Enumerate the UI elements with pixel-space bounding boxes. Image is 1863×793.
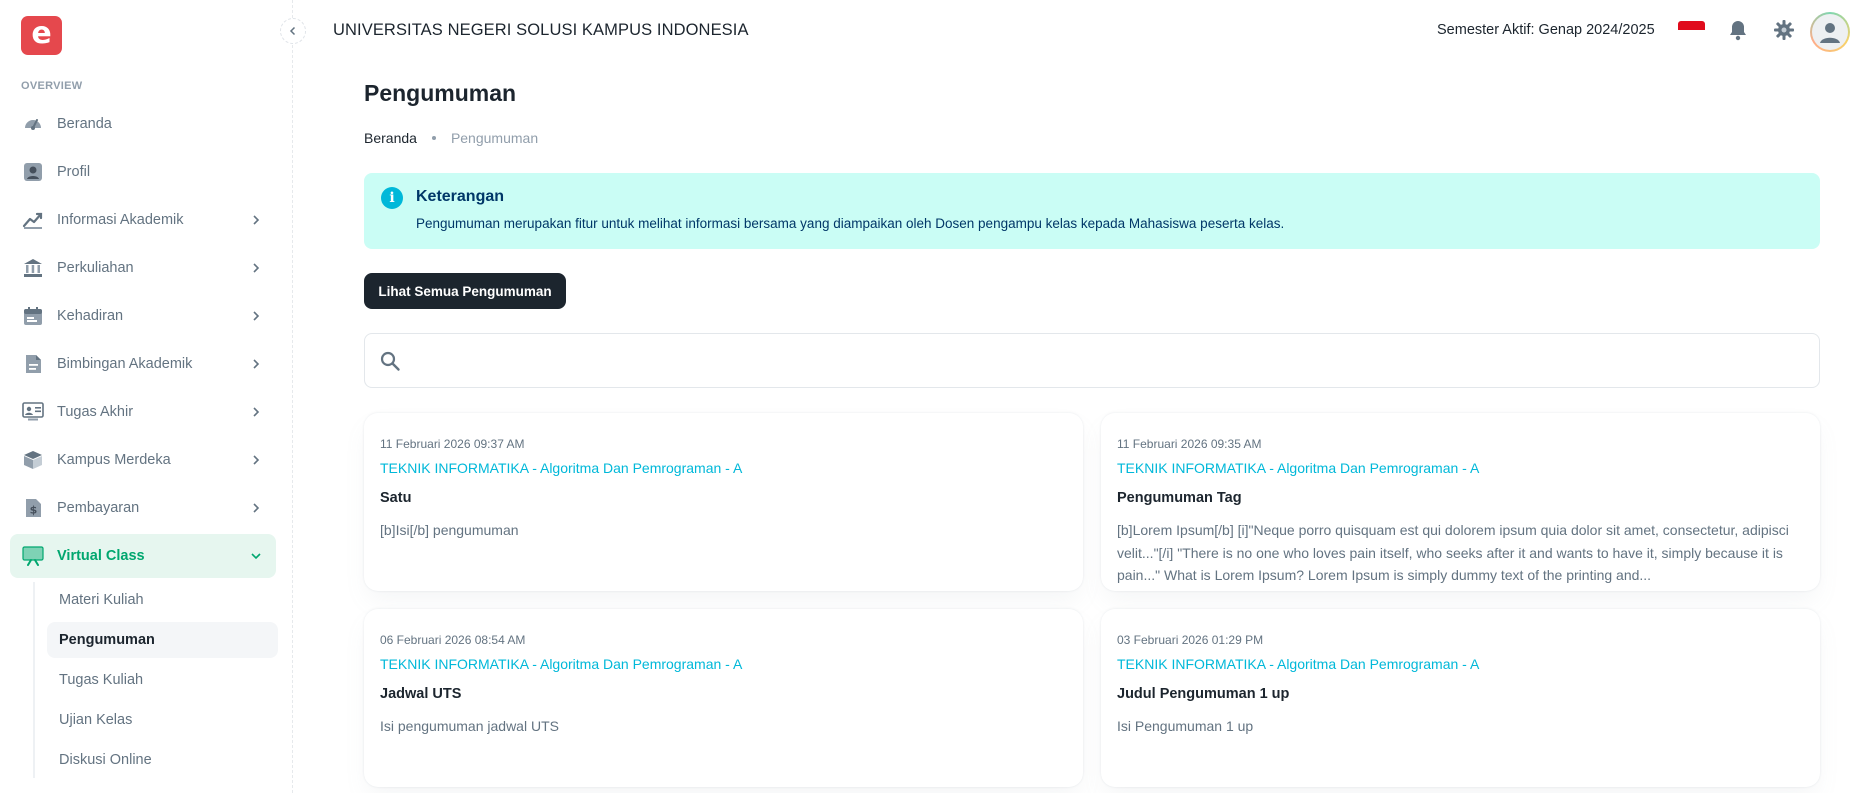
sidebar-item-informasi-akademik[interactable]: Informasi Akademik — [10, 198, 276, 242]
chevron-right-icon — [246, 258, 266, 278]
announcement-title: Judul Pengumuman 1 up — [1117, 686, 1290, 702]
announcement-course: TEKNIK INFORMATIKA - Algoritma Dan Pemro… — [380, 460, 743, 476]
search-input[interactable] — [413, 342, 1803, 380]
dollar-icon: $ — [22, 497, 44, 519]
sidebar-subitem-ujian-kelas[interactable]: Ujian Kelas — [47, 702, 278, 738]
sidebar-item-kehadiran[interactable]: Kehadiran — [10, 294, 276, 338]
building-icon — [22, 257, 44, 279]
chevron-right-icon — [246, 306, 266, 326]
sidebar-nav: Beranda Profil Informasi Akademik Perkul… — [10, 102, 278, 782]
dashboard-icon — [22, 113, 44, 135]
settings-gear-icon[interactable] — [1772, 18, 1796, 42]
user-icon — [22, 161, 44, 183]
app-root: e OVERVIEW Beranda Profil Informasi Akad… — [0, 0, 1863, 793]
announcement-card[interactable]: 11 Februari 2026 09:35 AM TEKNIK INFORMA… — [1101, 413, 1820, 591]
sidebar-subitem-pengumuman[interactable]: Pengumuman — [47, 622, 278, 658]
chevron-right-icon — [246, 402, 266, 422]
announcement-body: Isi Pengumuman 1 up — [1117, 718, 1254, 734]
page-title: Pengumuman — [364, 80, 517, 106]
sidebar: e OVERVIEW Beranda Profil Informasi Akad… — [0, 0, 293, 793]
sidebar-item-bimbingan-akademik[interactable]: Bimbingan Akademik — [10, 342, 276, 386]
announcement-card[interactable]: 06 Februari 2026 08:54 AM TEKNIK INFORMA… — [364, 609, 1083, 787]
sidebar-item-beranda[interactable]: Beranda — [10, 102, 276, 146]
active-semester: Semester Aktif: Genap 2024/2025 — [1437, 22, 1655, 38]
sidebar-item-label: Tugas Akhir — [57, 404, 134, 420]
sidebar-subitem-materi-kuliah[interactable]: Materi Kuliah — [47, 582, 278, 618]
notification-bell-icon[interactable] — [1726, 18, 1750, 42]
sidebar-item-pembayaran[interactable]: $ Pembayaran — [10, 486, 276, 530]
sidebar-item-label: Perkuliahan — [57, 260, 134, 276]
sidebar-section-label: OVERVIEW — [21, 80, 83, 92]
chevron-left-icon — [289, 26, 296, 36]
logo-letter: e — [31, 16, 52, 51]
sidebar-subitem-tugas-kuliah[interactable]: Tugas Kuliah — [47, 662, 278, 698]
breadcrumb-current: Pengumuman — [450, 130, 539, 146]
chevron-down-icon — [246, 546, 266, 566]
calendar-icon — [22, 305, 44, 327]
sidebar-item-perkuliahan[interactable]: Perkuliahan — [10, 246, 276, 290]
sidebar-item-kampus-merdeka[interactable]: Kampus Merdeka — [10, 438, 276, 482]
sidebar-item-tugas-akhir[interactable]: Tugas Akhir — [10, 390, 276, 434]
breadcrumb-separator — [431, 136, 436, 140]
announcement-body: [b]Isi[/b] pengumuman — [380, 522, 519, 538]
breadcrumb: Beranda Pengumuman — [364, 130, 538, 146]
document-icon — [22, 353, 44, 375]
announcement-title: Pengumuman Tag — [1117, 490, 1242, 506]
presentation-icon — [22, 401, 44, 423]
university-title: UNIVERSITAS NEGERI SOLUSI KAMPUS INDONES… — [333, 21, 749, 39]
svg-text:$: $ — [30, 504, 38, 517]
easel-icon — [22, 545, 44, 567]
announcement-date: 06 Februari 2026 08:54 AM — [380, 633, 526, 647]
sidebar-item-virtual-class[interactable]: Virtual Class — [10, 534, 276, 578]
search-icon — [380, 351, 400, 371]
sidebar-item-label: Bimbingan Akademik — [57, 356, 193, 372]
sidebar-item-label: Beranda — [57, 116, 112, 132]
announcement-card[interactable]: 11 Februari 2026 09:37 AM TEKNIK INFORMA… — [364, 413, 1083, 591]
chevron-right-icon — [246, 498, 266, 518]
info-icon: i — [381, 187, 403, 209]
sidebar-item-label: Profil — [57, 164, 91, 180]
announcement-course: TEKNIK INFORMATIKA - Algoritma Dan Pemro… — [380, 656, 743, 672]
announcement-title: Jadwal UTS — [380, 686, 462, 702]
alert-title: Keterangan — [416, 188, 505, 205]
info-alert: i Keterangan Pengumuman merupakan fitur … — [364, 173, 1820, 249]
announcement-course: TEKNIK INFORMATIKA - Algoritma Dan Pemro… — [1117, 460, 1480, 476]
virtual-class-submenu: Materi Kuliah Pengumuman Tugas Kuliah Uj… — [33, 582, 278, 778]
announcement-body: [b]Lorem Ipsum[/b] [i]"Neque porro quisq… — [1117, 522, 1789, 583]
announcement-date: 11 Februari 2026 09:35 AM — [1117, 437, 1262, 451]
sidebar-item-label: Kampus Merdeka — [57, 452, 171, 468]
announcement-date: 03 Februari 2026 01:29 PM — [1117, 633, 1264, 647]
view-all-announcements-button[interactable]: Lihat Semua Pengumuman — [364, 273, 566, 309]
user-avatar-icon — [1820, 23, 1840, 43]
announcement-title: Satu — [380, 490, 412, 506]
sidebar-item-profil[interactable]: Profil — [10, 150, 276, 194]
sidebar-item-label: Informasi Akademik — [57, 212, 184, 228]
sidebar-item-label: Pembayaran — [57, 500, 140, 516]
chart-line-icon — [22, 209, 44, 231]
announcement-body: Isi pengumuman jadwal UTS — [380, 718, 559, 734]
box-icon — [22, 449, 44, 471]
app-logo[interactable]: e — [21, 16, 62, 55]
sidebar-collapse-button[interactable] — [280, 18, 306, 44]
chevron-right-icon — [246, 354, 266, 374]
language-flag-icon[interactable] — [1678, 21, 1705, 39]
announcement-card[interactable]: 03 Februari 2026 01:29 PM TEKNIK INFORMA… — [1101, 609, 1820, 787]
sidebar-item-label: Virtual Class — [57, 548, 145, 564]
search-box — [364, 333, 1820, 388]
sidebar-subitem-diskusi-online[interactable]: Diskusi Online — [47, 742, 278, 778]
announcement-course: TEKNIK INFORMATIKA - Algoritma Dan Pemro… — [1117, 656, 1480, 672]
chevron-right-icon — [246, 210, 266, 230]
user-avatar[interactable] — [1810, 12, 1850, 52]
announcement-date: 11 Februari 2026 09:37 AM — [380, 437, 525, 451]
breadcrumb-home-link[interactable]: Beranda — [364, 130, 417, 146]
sidebar-item-label: Kehadiran — [57, 308, 124, 324]
alert-text: Pengumuman merupakan fitur untuk melihat… — [416, 216, 1285, 231]
chevron-right-icon — [246, 450, 266, 470]
